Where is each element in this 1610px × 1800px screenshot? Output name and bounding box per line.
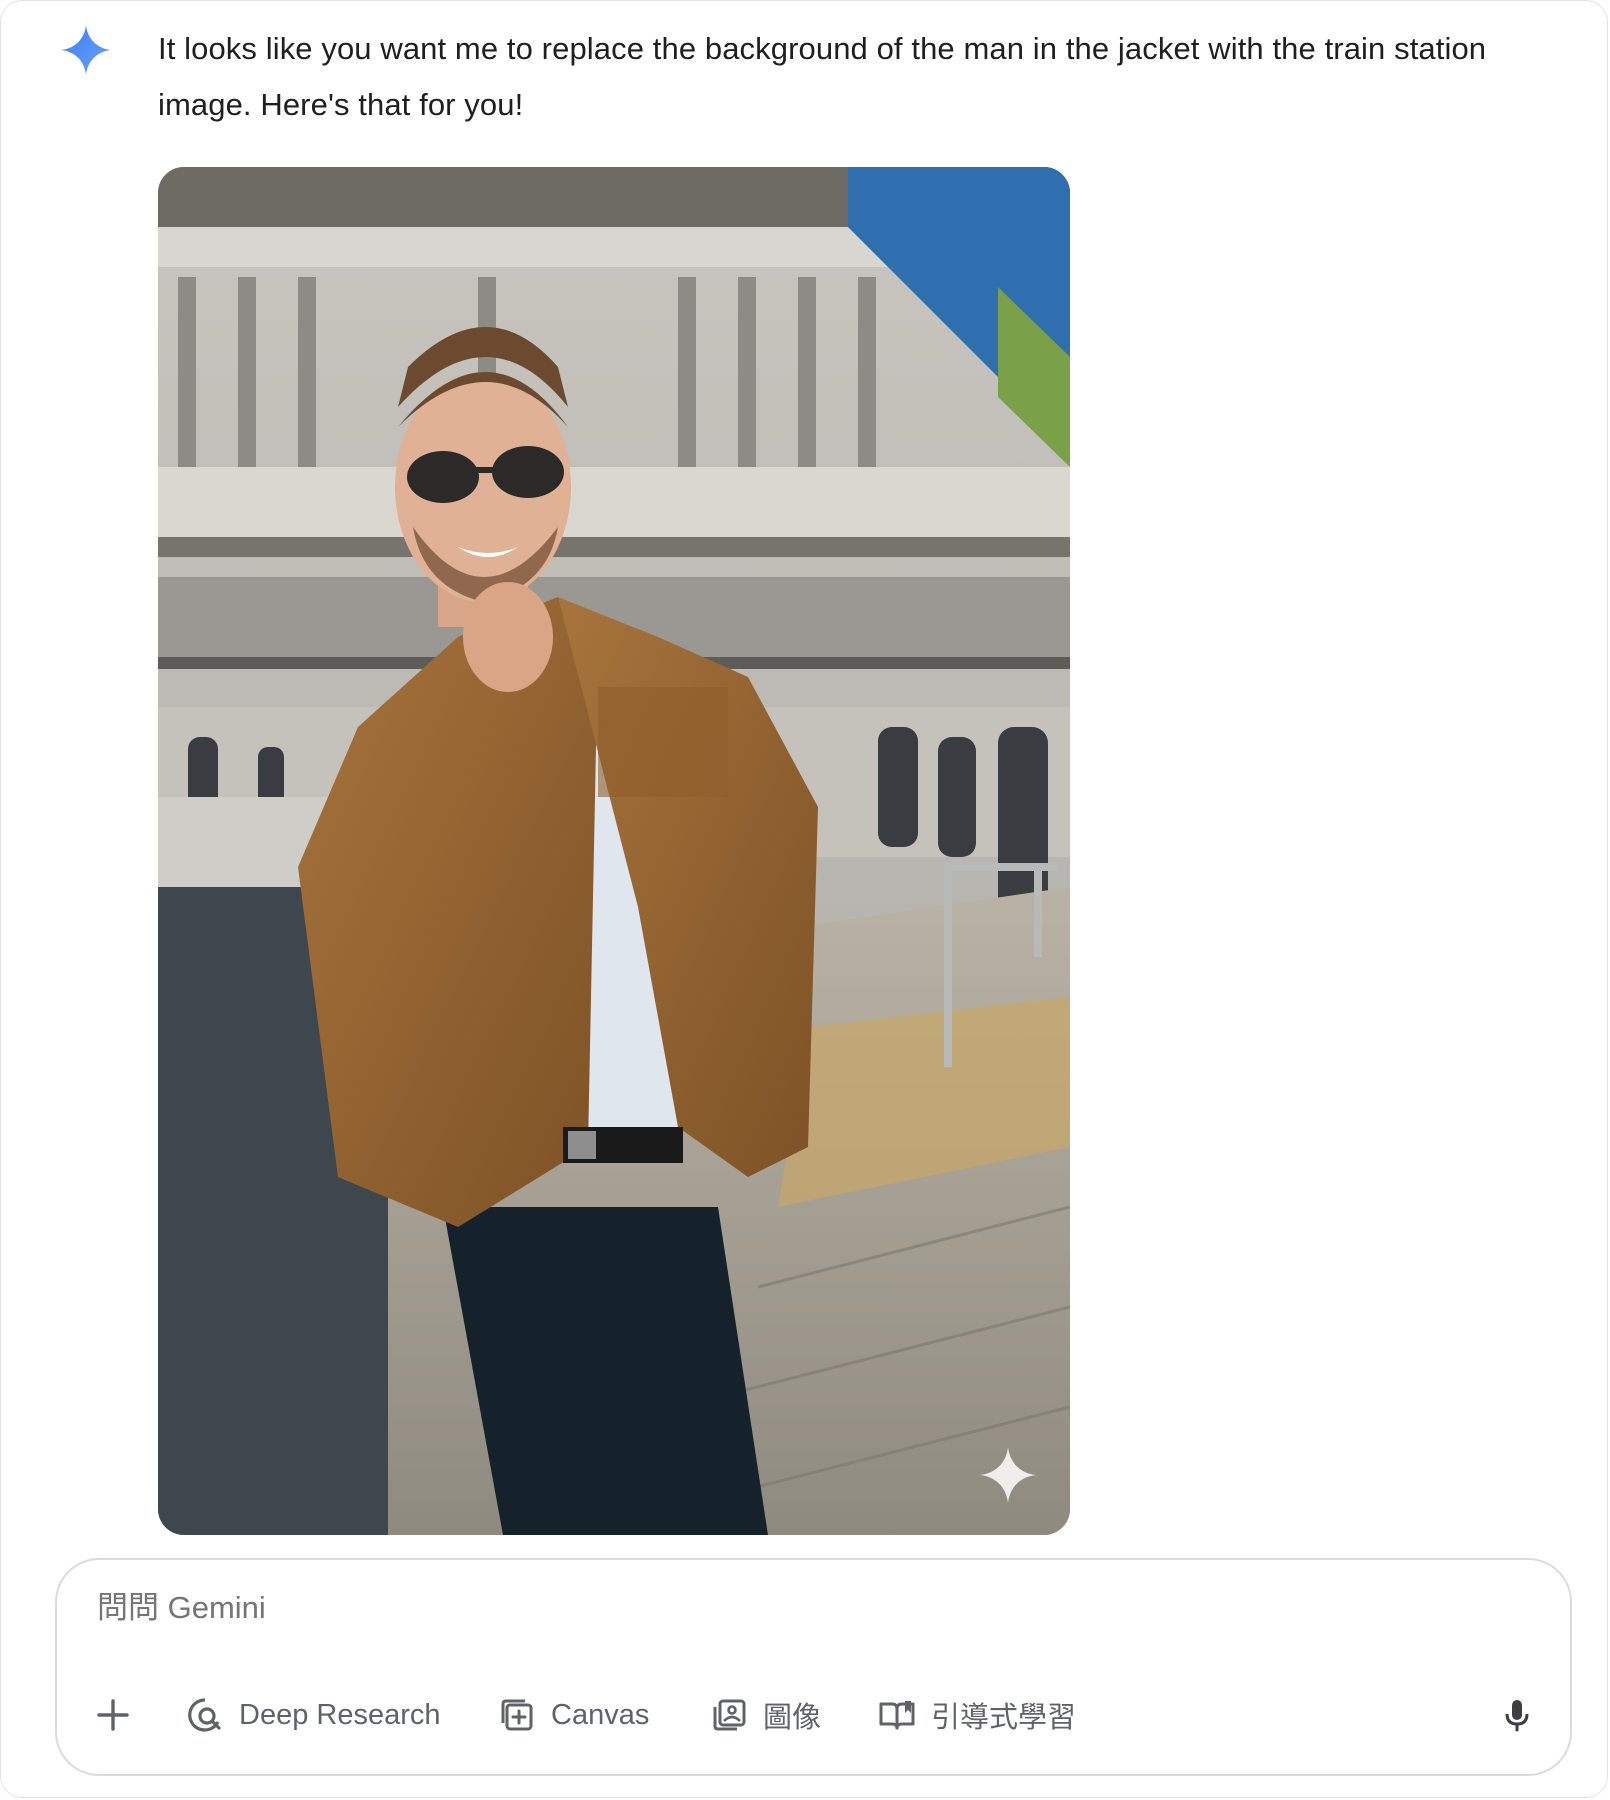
response-text: It looks like you want me to replace the… [158, 31, 1487, 122]
plus-icon [97, 1699, 129, 1731]
canvas-icon [501, 1699, 533, 1731]
canvas-button[interactable]: Canvas [497, 1680, 649, 1750]
ai-sparkle-icon [980, 1447, 1036, 1503]
microphone-icon [1505, 1700, 1529, 1732]
guided-learning-button[interactable]: 引導式學習 [877, 1680, 1076, 1750]
deep-research-icon [188, 1698, 221, 1732]
guided-learning-label: 引導式學習 [931, 1702, 1077, 1734]
image-button[interactable]: 圖像 [709, 1680, 821, 1750]
prompt-input[interactable] [97, 1590, 1397, 1626]
image-icon [713, 1699, 746, 1731]
gemini-star-icon [61, 25, 111, 75]
deep-research-label: Deep Research [239, 1698, 441, 1731]
image-label: 圖像 [763, 1702, 822, 1734]
open-book-icon [879, 1701, 915, 1730]
train-station-photo [158, 167, 1070, 1535]
prompt-composer: Deep Research Canvas 圖像 [55, 1558, 1572, 1776]
composer-toolbar: Deep Research Canvas 圖像 引導式學習 [57, 1680, 1570, 1760]
microphone-button[interactable] [1497, 1680, 1537, 1750]
canvas-label: Canvas [551, 1698, 650, 1731]
chat-window: It looks like you want me to replace the… [0, 0, 1608, 1798]
deep-research-button[interactable]: Deep Research [185, 1680, 441, 1750]
add-button[interactable] [93, 1680, 133, 1750]
generated-image[interactable] [158, 167, 1070, 1535]
